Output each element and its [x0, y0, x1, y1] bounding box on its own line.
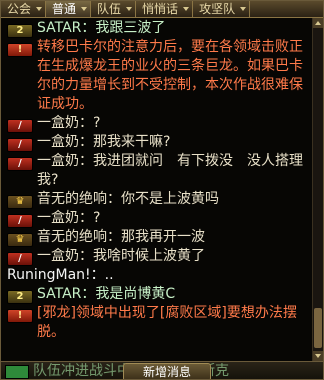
chat-text: RuningMan!：..: [7, 267, 114, 283]
tab-label: 普通: [52, 2, 77, 16]
crown-icon: ♛: [7, 233, 33, 247]
chevron-down-icon[interactable]: [36, 7, 43, 11]
chat-text: 音无的绝响：你不是上波黄吗: [37, 191, 219, 207]
tab-normal[interactable]: 普通: [46, 1, 92, 17]
chat-line: / 一盒奶：?: [1, 209, 311, 228]
crown-icon: ♛: [7, 195, 33, 209]
chat-line: ! [邪龙]领域中出现了[腐败区域]要想办法摆脱。: [1, 304, 311, 342]
chat-text: 音无的绝响：那我再开一波: [37, 229, 205, 245]
chat-text: SATAR：我是尚博黄C: [37, 286, 176, 302]
chat-line: ♛ 音无的绝响：你不是上波黄吗: [1, 190, 311, 209]
chat-input-bar: 队伍冲进战斗中……龙贝里斯克 新增消息: [1, 361, 323, 379]
world-channel-icon: /: [7, 119, 33, 133]
tab-label: 公会: [7, 2, 32, 16]
chevron-down-icon[interactable]: [183, 7, 190, 11]
world-channel-icon: /: [7, 138, 33, 152]
chat-text: [邪龙]领域中出现了[腐败区域]要想办法摆脱。: [37, 305, 297, 340]
team-channel-icon: 2: [7, 290, 33, 304]
chat-line: / 一盒奶：我啥时候上波黄了: [1, 247, 311, 266]
chat-text: 一盒奶：那我来干嘛?: [37, 134, 171, 150]
chat-text: 转移巴卡尔的注意力后，要在各领域击败正在生成爆龙王的业火的三条巨龙。如果巴卡尔的…: [37, 39, 303, 112]
chevron-down-icon[interactable]: [126, 7, 133, 11]
chat-text: 一盒奶：我啥时候上波黄了: [37, 248, 205, 264]
chevron-down-icon[interactable]: [81, 7, 88, 11]
chat-text: 一盒奶：我进团就问 有下拨没 没人搭理我?: [37, 153, 303, 188]
scroll-thumb[interactable]: [314, 308, 322, 348]
chevron-down-icon[interactable]: [240, 7, 247, 11]
scroll-down-icon[interactable]: [313, 351, 323, 361]
chat-window: 公会 普通 队伍 悄悄话 攻坚队 2 SATAR：我跟三波了 ! 转移巴卡尔的注意力…: [0, 0, 324, 380]
chat-line: / 一盒奶：那我来干嘛?: [1, 133, 311, 152]
new-message-button[interactable]: 新增消息: [123, 363, 211, 379]
chat-line: / 一盒奶：我进团就问 有下拨没 没人搭理我?: [1, 152, 311, 190]
tab-label: 悄悄话: [142, 2, 179, 16]
tab-raid[interactable]: 攻坚队: [193, 1, 251, 17]
tab-label: 攻坚队: [199, 2, 236, 16]
chat-line: 2 SATAR：我是尚博黄C: [1, 285, 311, 304]
chat-line: ! 转移巴卡尔的注意力后，要在各领域击败正在生成爆龙王的业火的三条巨龙。如果巴卡尔…: [1, 38, 311, 114]
chat-text: 一盒奶：?: [37, 115, 101, 131]
tab-party[interactable]: 队伍: [91, 1, 137, 17]
tab-guild[interactable]: 公会: [1, 1, 47, 17]
chat-line: / 一盒奶：?: [1, 114, 311, 133]
chat-line: ♛ 音无的绝响：那我再开一波: [1, 228, 311, 247]
chat-scrollbar[interactable]: [312, 18, 323, 361]
scroll-up-icon[interactable]: [313, 18, 323, 28]
chat-text: 一盒奶：?: [37, 210, 101, 226]
tab-label: 队伍: [97, 2, 122, 16]
chat-tab-bar: 公会 普通 队伍 悄悄话 攻坚队: [1, 1, 323, 18]
world-channel-icon: /: [7, 214, 33, 228]
world-channel-icon: /: [7, 157, 33, 171]
team-channel-icon: [5, 365, 29, 379]
world-channel-icon: /: [7, 252, 33, 266]
chat-line: RuningMan!：..: [1, 266, 311, 285]
system-alert-icon: !: [7, 43, 33, 57]
chat-text: SATAR：我跟三波了: [37, 20, 166, 36]
tab-whisper[interactable]: 悄悄话: [136, 1, 194, 17]
system-alert-icon: !: [7, 309, 33, 323]
team-channel-icon: 2: [7, 24, 33, 38]
chat-line: 2 SATAR：我跟三波了: [1, 19, 311, 38]
chat-log: 2 SATAR：我跟三波了 ! 转移巴卡尔的注意力后，要在各领域击败正在生成爆龙王的…: [1, 19, 311, 342]
